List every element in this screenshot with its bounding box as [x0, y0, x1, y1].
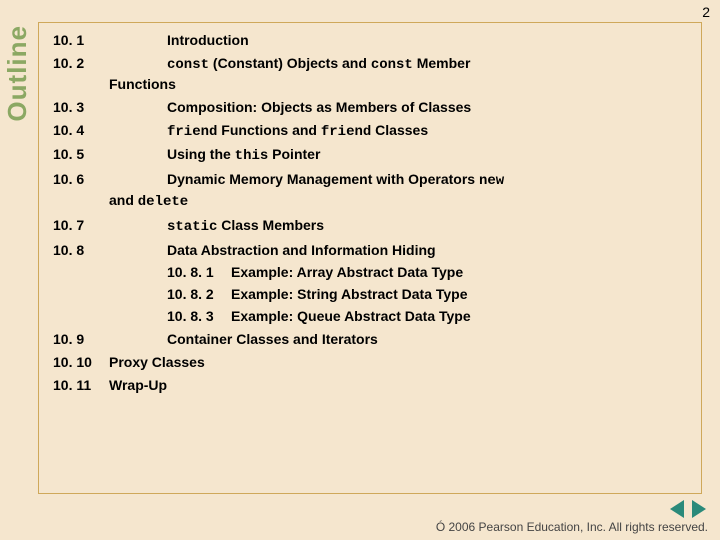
subsection-title: Example: Array Abstract Data Type: [231, 264, 691, 280]
section-number: 10. 10: [53, 353, 109, 372]
section-number: 10. 2: [53, 54, 109, 73]
section-title: Introduction: [109, 31, 691, 50]
outline-content-box: 10. 1Introduction10. 2const (Constant) O…: [38, 22, 702, 494]
page-number: 2: [702, 4, 710, 20]
section-title: Composition: Objects as Members of Class…: [109, 98, 691, 117]
copyright-footer: Ó 2006 Pearson Education, Inc. All right…: [436, 520, 708, 534]
outline-subrow: 10. 8. 2Example: String Abstract Data Ty…: [53, 286, 691, 302]
section-title: Using the this Pointer: [109, 145, 691, 166]
next-arrow-icon[interactable]: [692, 500, 706, 518]
section-title: Wrap-Up: [109, 376, 691, 395]
outline-row: 10. 6Dynamic Memory Management with Oper…: [53, 170, 691, 212]
outline-row: 10. 8Data Abstraction and Information Hi…: [53, 241, 691, 260]
outline-row: 10. 2const (Constant) Objects and const …: [53, 54, 691, 94]
section-number: 10. 5: [53, 145, 109, 164]
section-title: friend Functions and friend Classes: [109, 121, 691, 142]
section-title: Dynamic Memory Management with Operators…: [109, 170, 691, 212]
section-number: 10. 3: [53, 98, 109, 117]
subsection-number: 10. 8. 1: [167, 264, 231, 280]
prev-arrow-icon[interactable]: [670, 500, 684, 518]
section-title: Proxy Classes: [109, 353, 691, 372]
outline-row: 10. 7static Class Members: [53, 216, 691, 237]
section-number: 10. 6: [53, 170, 109, 189]
subsection-number: 10. 8. 2: [167, 286, 231, 302]
section-number: 10. 4: [53, 121, 109, 140]
section-number: 10. 8: [53, 241, 109, 260]
section-title: Data Abstraction and Information Hiding: [109, 241, 691, 260]
outline-subrow: 10. 8. 1Example: Array Abstract Data Typ…: [53, 264, 691, 280]
outline-subrow: 10. 8. 3Example: Queue Abstract Data Typ…: [53, 308, 691, 324]
section-title: static Class Members: [109, 216, 691, 237]
outline-row: 10. 9Container Classes and Iterators: [53, 330, 691, 349]
outline-row: 10. 11Wrap-Up: [53, 376, 691, 395]
subsection-title: Example: String Abstract Data Type: [231, 286, 691, 302]
section-title: const (Constant) Objects and const Membe…: [109, 54, 691, 94]
section-title: Container Classes and Iterators: [109, 330, 691, 349]
section-number: 10. 7: [53, 216, 109, 235]
outline-sidebar-label: Outline: [2, 25, 33, 122]
outline-row: 10. 4friend Functions and friend Classes: [53, 121, 691, 142]
subsection-title: Example: Queue Abstract Data Type: [231, 308, 691, 324]
outline-row: 10. 10Proxy Classes: [53, 353, 691, 372]
section-number: 10. 1: [53, 31, 109, 50]
section-number: 10. 9: [53, 330, 109, 349]
outline-row: 10. 5Using the this Pointer: [53, 145, 691, 166]
nav-arrows: [670, 500, 706, 518]
section-number: 10. 11: [53, 376, 109, 395]
subsection-number: 10. 8. 3: [167, 308, 231, 324]
outline-row: 10. 3Composition: Objects as Members of …: [53, 98, 691, 117]
outline-row: 10. 1Introduction: [53, 31, 691, 50]
